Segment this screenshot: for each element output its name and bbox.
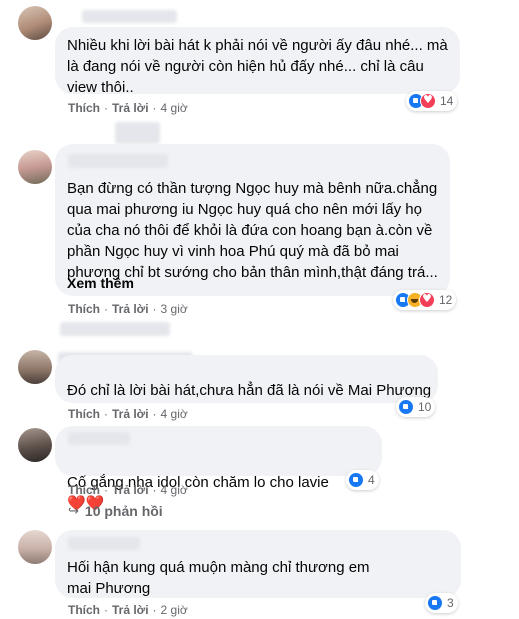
like-button[interactable]: Thích: [68, 302, 100, 316]
reaction-summary[interactable]: 14: [406, 91, 458, 111]
comment-actions: Thích · Trả lời · 4 giờ: [68, 483, 188, 497]
comment-text: Nhiều khi lời bài hát k phải nói về ngườ…: [67, 37, 448, 96]
reaction-summary[interactable]: 12: [393, 290, 457, 310]
reply-arrow-icon: ↪: [68, 503, 79, 518]
see-more-link[interactable]: Xem thêm: [67, 275, 134, 291]
like-button[interactable]: Thích: [68, 101, 100, 115]
separator: ·: [152, 483, 157, 497]
separator: ·: [104, 407, 108, 421]
separator: ·: [104, 302, 108, 316]
like-button[interactable]: Thích: [68, 483, 100, 497]
comment-text: Bạn đừng có thần tượng Ngọc huy mà bênh …: [67, 180, 438, 281]
reaction-summary[interactable]: 3: [425, 593, 458, 613]
avatar[interactable]: [18, 150, 52, 184]
comment-actions: Thích · Trả lời · 2 giờ: [68, 603, 188, 617]
like-reaction-icon: [348, 472, 364, 488]
reply-button[interactable]: Trả lời: [112, 302, 149, 316]
reply-button[interactable]: Trả lời: [112, 101, 149, 115]
avatar[interactable]: [18, 530, 52, 564]
reaction-summary[interactable]: 10: [396, 397, 436, 417]
like-reaction-icon: [427, 595, 443, 611]
avatar[interactable]: [18, 350, 52, 384]
comment-text: Đó chỉ là lời bài hát,chưa hẳn đã là nói…: [67, 382, 432, 399]
reply-button[interactable]: Trả lời: [112, 483, 149, 497]
redacted-name: [68, 537, 140, 550]
separator: ·: [152, 302, 157, 316]
like-button[interactable]: Thích: [68, 407, 100, 421]
reaction-count: 10: [418, 400, 432, 414]
comment-actions: Thích · Trả lời · 4 giờ: [68, 101, 188, 115]
separator: ·: [104, 101, 108, 115]
comment-actions: Thích · Trả lời · 3 giờ: [68, 302, 188, 316]
love-reaction-icon: [420, 93, 436, 109]
redacted-name: [82, 10, 177, 23]
avatar[interactable]: [18, 428, 52, 462]
reaction-count: 3: [447, 596, 454, 610]
redacted-name: [68, 154, 168, 168]
separator: ·: [152, 101, 157, 115]
comment-actions: Thích · Trả lời · 4 giờ: [68, 407, 188, 421]
reaction-summary[interactable]: 4: [346, 470, 379, 490]
like-button[interactable]: Thích: [68, 603, 100, 617]
separator: ·: [152, 603, 157, 617]
view-replies-label: 10 phản hồi: [84, 503, 163, 519]
reaction-count: 12: [439, 293, 453, 307]
reaction-count: 4: [368, 473, 375, 487]
comment-time[interactable]: 4 giờ: [161, 101, 188, 115]
comment-time[interactable]: 2 giờ: [161, 603, 188, 617]
comment-time[interactable]: 3 giờ: [161, 302, 188, 316]
separator: ·: [104, 483, 108, 497]
view-replies-link[interactable]: ↪ 10 phản hồi: [68, 503, 163, 519]
reaction-count: 14: [440, 94, 454, 108]
like-reaction-icon: [398, 399, 414, 415]
comment-time[interactable]: 4 giờ: [161, 407, 188, 421]
redacted-block: [60, 322, 170, 336]
love-reaction-icon: [419, 292, 435, 308]
comment-time[interactable]: 4 giờ: [161, 483, 188, 497]
redacted-name: [68, 432, 130, 445]
avatar[interactable]: [18, 6, 52, 40]
separator: ·: [152, 407, 157, 421]
reply-button[interactable]: Trả lời: [112, 407, 149, 421]
redacted-block: [115, 122, 160, 144]
separator: ·: [104, 603, 108, 617]
reply-button[interactable]: Trả lời: [112, 603, 149, 617]
comment-text: Hối hận kung quá muộn màng chỉ thương em…: [67, 559, 370, 597]
